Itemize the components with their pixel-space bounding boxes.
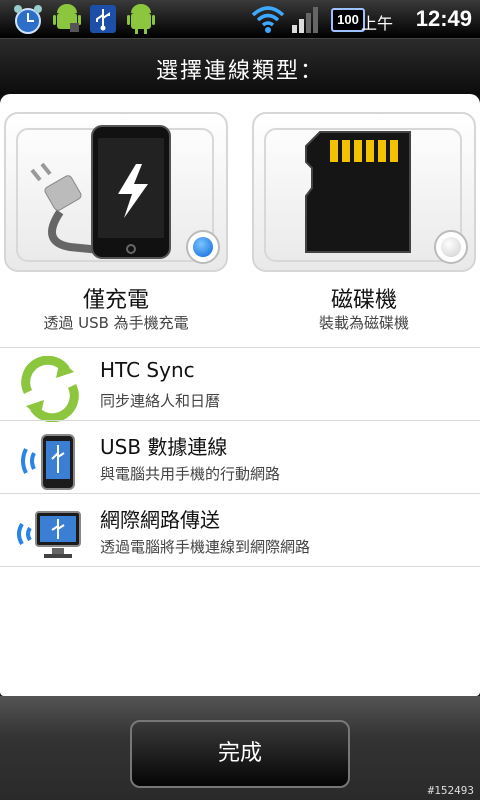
charge-only-title: 僅充電 [82, 288, 149, 313]
done-button[interactable]: 完成 [130, 720, 350, 788]
android-debug-icon [53, 4, 81, 32]
list-item-htc-sync[interactable]: HTC Sync 同步連絡人和日曆 [0, 347, 480, 422]
disk-drive-radio[interactable] [434, 230, 468, 264]
usb-tethering-subtitle: 與電腦共用手機的行動網路 [100, 465, 281, 483]
charge-only-card[interactable] [4, 112, 228, 272]
bottom-bar: 完成 #152493 [0, 696, 480, 800]
alarm-clock-icon [14, 5, 42, 34]
list-item-internet-pass-through[interactable]: 網際網路傳送 透過電腦將手機連線到網際網路 [0, 493, 480, 567]
watermark: #152493 [427, 784, 474, 797]
android-icon [127, 4, 155, 34]
charge-only-subtitle: 透過 USB 為手機充電 [43, 314, 189, 332]
htc-sync-title: HTC Sync [100, 358, 195, 382]
disk-drive-title: 磁碟機 [330, 288, 397, 313]
status-time: 12:49 [415, 6, 472, 31]
dialog-title-bar: 選擇連線類型： [0, 38, 480, 95]
connection-type-panel: 僅充電 透過 USB 為手機充電 磁碟機 裝載為磁碟機 HTC Sync 同步連… [0, 94, 480, 696]
sync-arrows-icon [21, 356, 79, 422]
wifi-icon [251, 6, 285, 33]
htc-sync-subtitle: 同步連絡人和日曆 [100, 392, 221, 410]
status-ampm: 上午 [360, 14, 393, 33]
usb-icon [90, 5, 116, 33]
usb-phone-icon [21, 434, 75, 490]
status-bar: 100 上午 12:49 [0, 0, 480, 38]
internet-pass-through-title: 網際網路傳送 [100, 508, 220, 532]
disk-drive-subtitle: 裝載為磁碟機 [318, 314, 409, 332]
radio-empty-dot [441, 237, 461, 257]
internet-pass-through-subtitle: 透過電腦將手機連線到網際網路 [100, 538, 311, 556]
charging-phone-icon [30, 125, 171, 259]
disk-drive-card[interactable] [252, 112, 476, 272]
signal-strength-icon [292, 7, 318, 33]
usb-tethering-title: USB 數據連線 [100, 435, 228, 459]
battery-indicator: 100 [331, 8, 365, 32]
sd-card-icon [305, 131, 411, 253]
dialog-title: 選擇連線類型： [155, 59, 324, 84]
usb-computer-icon [17, 511, 81, 558]
radio-selected-dot [193, 237, 213, 257]
list-item-usb-tethering[interactable]: USB 數據連線 與電腦共用手機的行動網路 [0, 420, 480, 493]
charge-only-radio[interactable] [186, 230, 220, 264]
